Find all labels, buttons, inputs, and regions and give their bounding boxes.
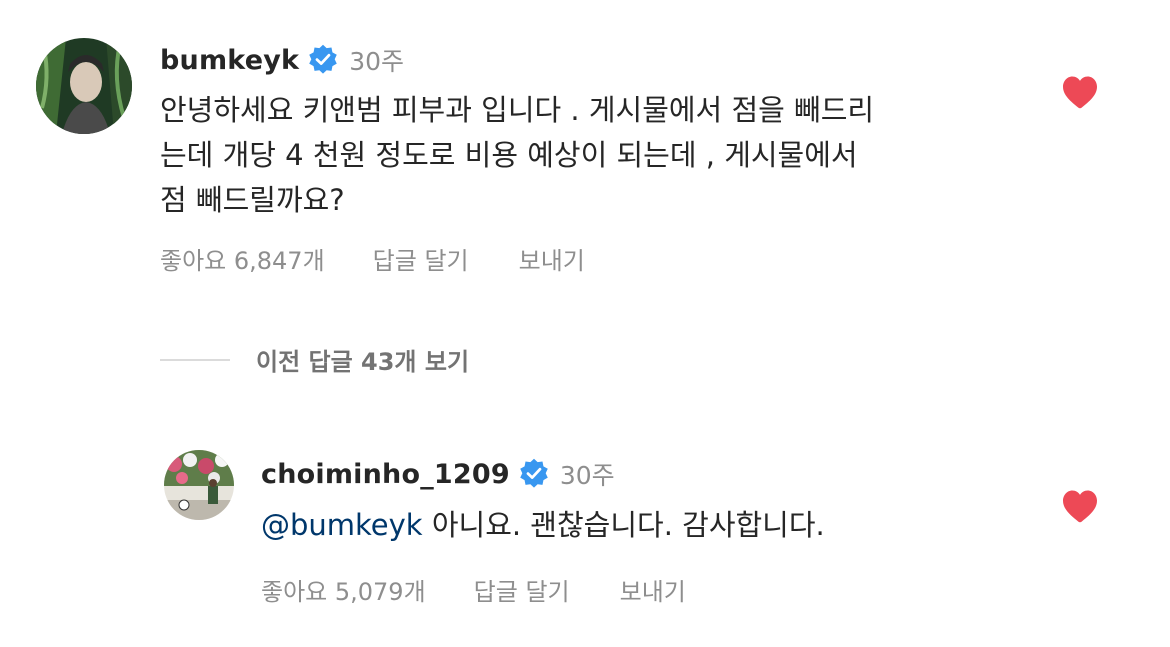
view-previous-replies[interactable]: 이전 답글 43개 보기 <box>160 342 469 377</box>
username[interactable]: bumkeyk <box>160 45 299 76</box>
avatar-image <box>164 450 234 520</box>
like-heart-icon[interactable] <box>1061 489 1099 523</box>
likes-count[interactable]: 좋아요 6,847개 <box>160 241 325 276</box>
reply-button[interactable]: 답글 달기 <box>373 241 469 276</box>
likes-count[interactable]: 좋아요 5,079개 <box>261 572 426 607</box>
avatar-image <box>36 38 132 134</box>
reply-text: 아니요. 괜찮습니다. 감사합니다. <box>422 508 825 542</box>
avatar[interactable] <box>164 450 234 520</box>
comment-header: choiminho_1209 30주 <box>261 456 615 492</box>
comment-text: @bumkeyk 아니요. 괜찮습니다. 감사합니다. <box>261 503 1121 548</box>
reply-button[interactable]: 답글 달기 <box>474 572 570 607</box>
view-replies-label[interactable]: 이전 답글 43개 보기 <box>256 342 469 377</box>
send-button[interactable]: 보내기 <box>620 572 686 607</box>
divider-line <box>160 358 230 361</box>
timestamp: 30주 <box>559 461 615 490</box>
verified-badge-icon <box>518 458 550 490</box>
timestamp: 30주 <box>349 47 404 76</box>
username[interactable]: choiminho_1209 <box>261 459 510 490</box>
comment-header: bumkeyk 30주 <box>160 42 404 78</box>
like-heart-icon[interactable] <box>1061 75 1099 109</box>
verified-badge-icon <box>307 44 339 76</box>
mention-link[interactable]: @bumkeyk <box>261 508 423 542</box>
comment-actions: 좋아요 6,847개 답글 달기 보내기 <box>160 241 585 276</box>
avatar[interactable] <box>36 38 132 134</box>
send-button[interactable]: 보내기 <box>519 241 585 276</box>
comment-text: 안녕하세요 키앤범 피부과 입니다 . 게시물에서 점을 빼드리 는데 개당 4… <box>160 93 875 217</box>
comment-actions: 좋아요 5,079개 답글 달기 보내기 <box>261 572 686 607</box>
